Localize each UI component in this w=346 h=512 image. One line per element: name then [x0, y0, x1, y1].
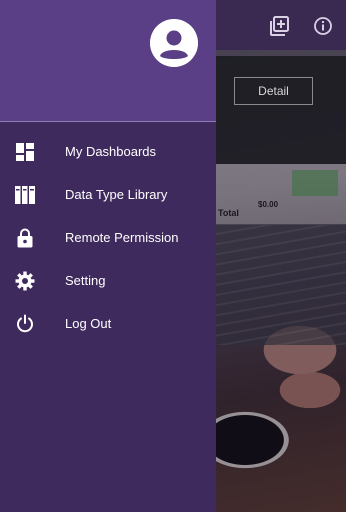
menu-item-label: Setting	[65, 273, 106, 288]
menu-item-log-out[interactable]: Log Out	[0, 302, 216, 345]
drawer-header	[0, 0, 216, 121]
detail-button[interactable]: Detail	[234, 77, 313, 105]
account-circle-icon[interactable]	[150, 19, 198, 67]
library-columns-icon	[15, 185, 35, 205]
navigation-drawer: My Dashboards Data Type Library Remote P…	[0, 0, 216, 512]
gear-icon	[15, 271, 35, 291]
lock-icon	[15, 228, 35, 248]
menu-item-label: Data Type Library	[65, 187, 168, 202]
drawer-divider	[0, 121, 216, 122]
add-to-library-icon[interactable]	[270, 16, 290, 36]
dashboard-icon	[15, 142, 35, 162]
detail-card	[216, 56, 346, 164]
menu-item-remote-permission[interactable]: Remote Permission	[0, 216, 216, 259]
drawer-menu: My Dashboards Data Type Library Remote P…	[0, 130, 216, 345]
menu-item-label: My Dashboards	[65, 144, 157, 159]
power-icon	[15, 314, 35, 334]
menu-item-setting[interactable]: Setting	[0, 259, 216, 302]
menu-item-label: Remote Permission	[65, 230, 179, 245]
menu-item-my-dashboards[interactable]: My Dashboards	[0, 130, 216, 173]
info-icon[interactable]	[313, 16, 333, 36]
menu-item-label: Log Out	[65, 316, 112, 331]
menu-item-data-type-library[interactable]: Data Type Library	[0, 173, 216, 216]
